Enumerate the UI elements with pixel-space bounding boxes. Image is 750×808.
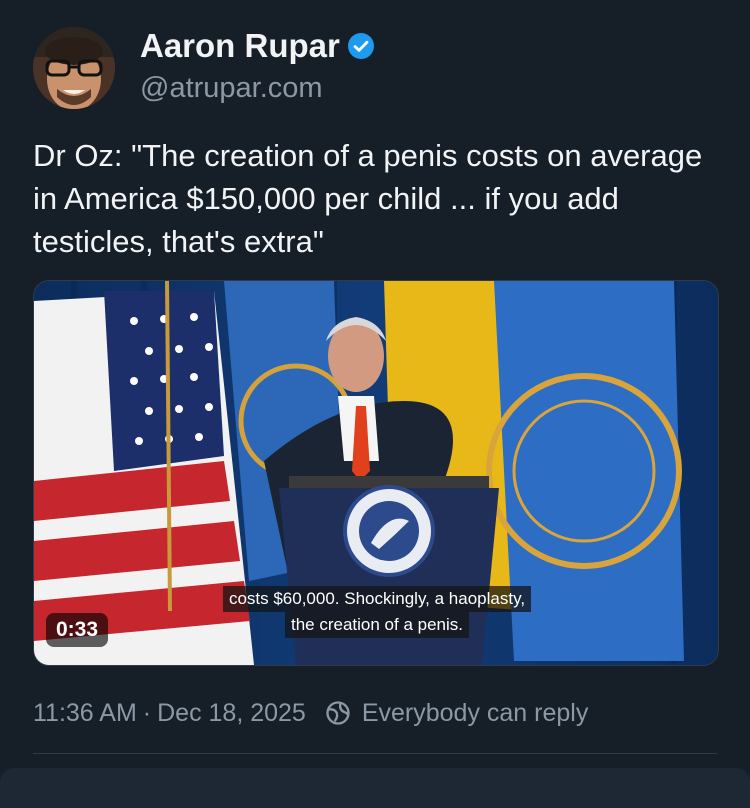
avatar[interactable] bbox=[33, 27, 115, 109]
verified-badge-icon bbox=[347, 33, 374, 59]
meta-separator: · bbox=[142, 699, 152, 727]
post-date[interactable]: Dec 18, 2025 bbox=[157, 697, 306, 729]
post-time[interactable]: 11:36 AM bbox=[33, 697, 137, 729]
video-captions: costs $60,000. Shockingly, a haoplasty, … bbox=[204, 586, 550, 638]
divider bbox=[33, 753, 717, 754]
post-text: Dr Oz: "The creation of a penis costs on… bbox=[33, 138, 703, 259]
next-section-card bbox=[0, 768, 750, 808]
caption-line: costs $60,000. Shockingly, a haoplasty, bbox=[222, 586, 532, 612]
avatar-image bbox=[33, 27, 115, 109]
display-name-row[interactable]: Aaron Rupar bbox=[140, 26, 374, 66]
video-duration-badge: 0:33 bbox=[46, 613, 109, 647]
post-card: Aaron Rupar @atrupar.com Dr Oz: "The cre… bbox=[0, 0, 750, 808]
display-name[interactable]: Aaron Rupar bbox=[140, 26, 340, 66]
video-player[interactable]: 0:33 costs $60,000. Shockingly, a haopla… bbox=[33, 280, 719, 666]
reply-setting[interactable]: Everybody can reply bbox=[362, 697, 589, 729]
author-handle[interactable]: @atrupar.com bbox=[140, 70, 323, 106]
reply-permission-icon bbox=[326, 701, 350, 725]
post-meta: 11:36 AM · Dec 18, 2025 Everybody can re… bbox=[33, 697, 588, 729]
caption-line: the creation of a penis. bbox=[284, 612, 469, 638]
